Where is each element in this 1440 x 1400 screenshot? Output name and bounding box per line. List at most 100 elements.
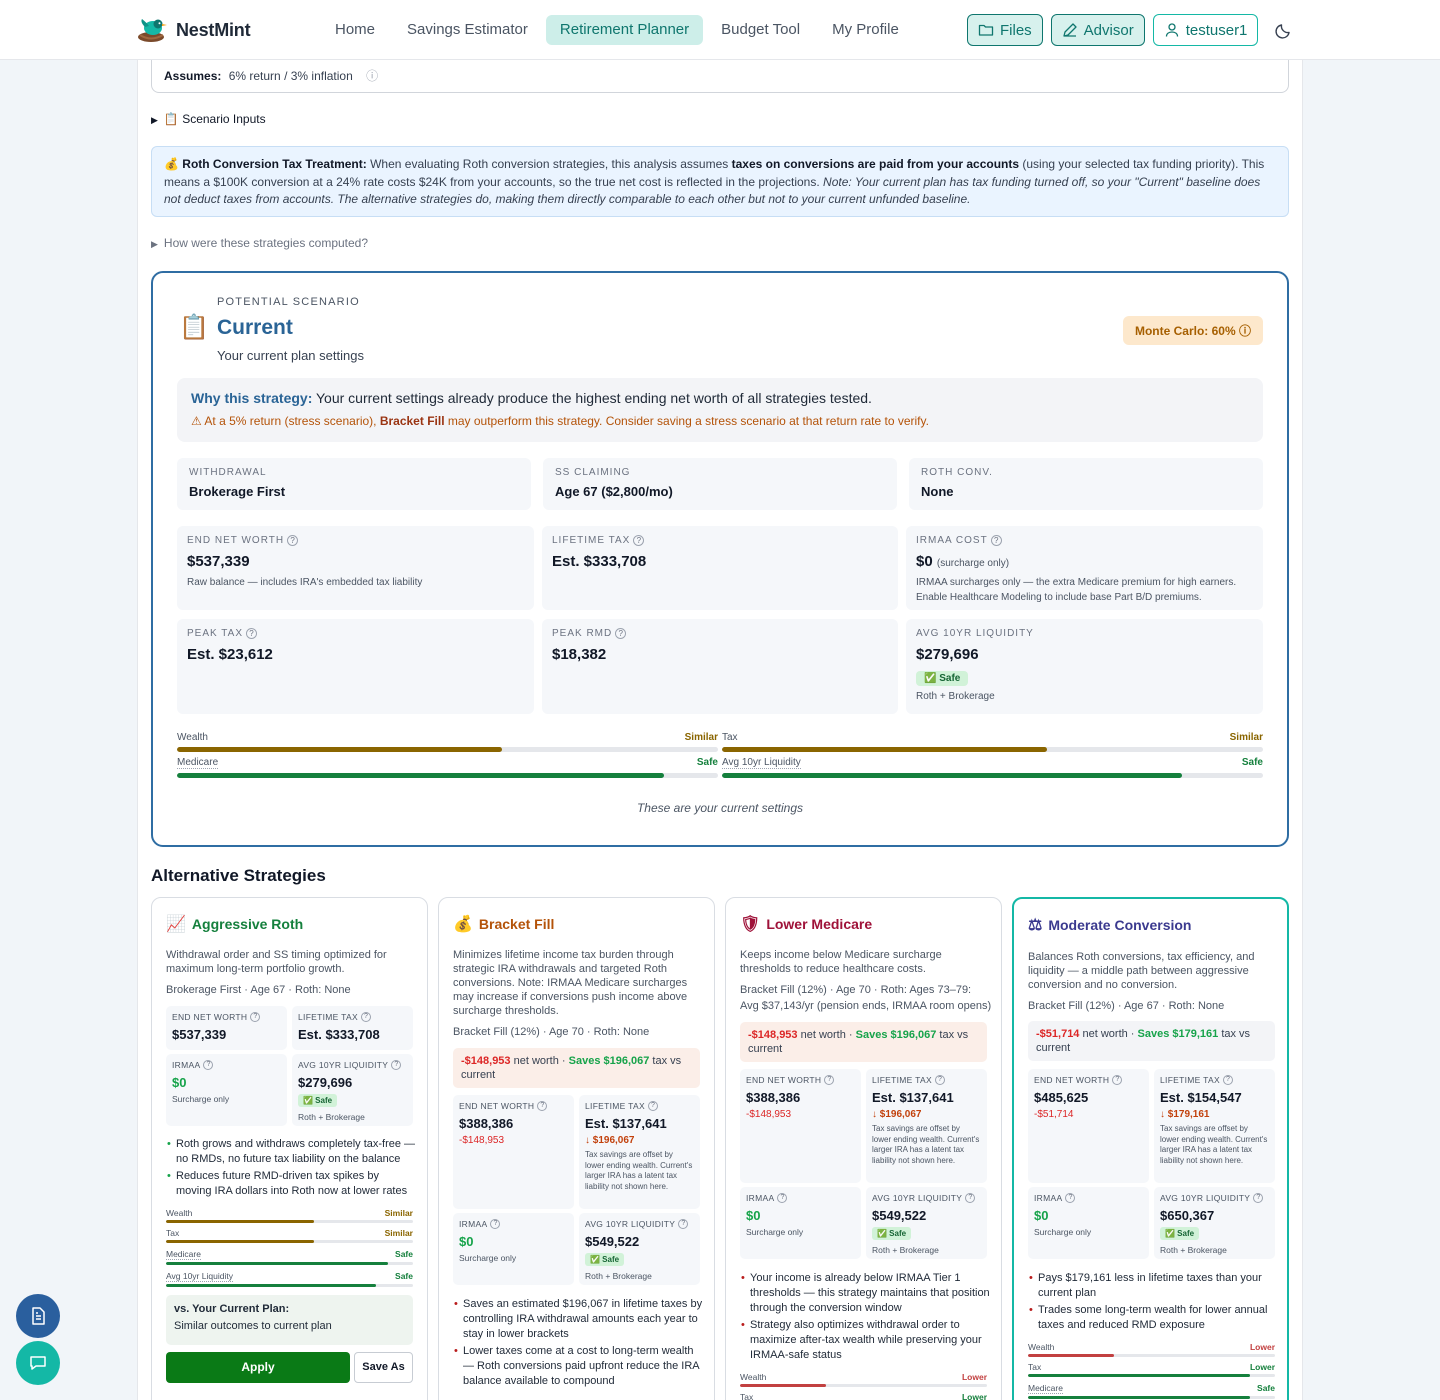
nav-home[interactable]: Home	[321, 15, 389, 45]
help-icon[interactable]: ?	[287, 535, 299, 546]
mini-bar-tax: Tax Similar	[166, 1228, 413, 1243]
mini-sub: ↓ $196,067	[585, 1135, 635, 1146]
roth-note-bold: taxes on conversions are paid from your …	[731, 157, 1020, 171]
scales-icon: ⚖	[1028, 917, 1043, 934]
metric-peak-tax: PEAK TAX? Est. $23,612	[177, 619, 534, 714]
mini-bar-tax: Tax Lower	[740, 1392, 987, 1400]
nav-my-profile[interactable]: My Profile	[818, 15, 913, 45]
mini-bar-wealth: Wealth Lower	[740, 1372, 987, 1387]
bar-label-row: Wealth Similar	[166, 1208, 413, 1218]
chat-fab-button[interactable]	[16, 1341, 60, 1385]
bar-label: Tax	[166, 1228, 180, 1238]
help-icon[interactable]: ?	[490, 1219, 501, 1229]
assumes-label: Assumes:	[164, 69, 222, 83]
why-text: Your current settings already produce th…	[312, 390, 872, 406]
help-icon[interactable]: ?	[633, 535, 645, 546]
how-computed-toggle[interactable]: ▶ How were these strategies computed?	[151, 236, 368, 250]
mini-sub: -$148,953	[459, 1135, 505, 1146]
help-icon[interactable]: ?	[537, 1101, 548, 1111]
mini-note: Tax savings are offset by lower ending w…	[872, 1124, 980, 1165]
mini-label-text: LIFETIME TAX	[298, 1012, 358, 1022]
bar-label-row: Tax Similar	[722, 732, 1263, 743]
card-diff-summary: -$51,714 net worth · Saves $179,161 tax …	[1028, 1021, 1275, 1061]
card-title: Bracket Fill	[478, 916, 555, 932]
setting-roth-conv: ROTH CONV. None	[909, 458, 1263, 510]
mini-label-text: AVG 10YR LIQUIDITY	[298, 1060, 389, 1070]
help-icon[interactable]: ?	[990, 535, 1002, 546]
metric-desc: IRMAA surcharges only — the extra Medica…	[916, 577, 1237, 603]
scenario-inputs-toggle[interactable]: ▶ 📋 Scenario Inputs	[151, 112, 266, 126]
card-meta: Bracket Fill (12%) · Age 70 · Roth: None	[453, 1026, 650, 1038]
metric-label-text: LIFETIME TAX	[552, 535, 631, 546]
info-icon[interactable]: ⓘ	[366, 69, 378, 83]
scenario-subtitle: Your current plan settings	[217, 348, 364, 363]
bar-label: Wealth	[740, 1372, 767, 1382]
document-fab-button[interactable]	[16, 1294, 60, 1338]
help-icon[interactable]: ?	[250, 1012, 261, 1022]
bar-label-row: Medicare Safe	[1028, 1383, 1275, 1394]
dark-mode-moon-icon[interactable]	[1274, 20, 1294, 40]
advisor-button[interactable]: Advisor	[1050, 14, 1145, 46]
monte-carlo-badge[interactable]: Monte Carlo: 60% ⓘ	[1122, 316, 1263, 345]
nav-budget-tool[interactable]: Budget Tool	[707, 15, 814, 45]
apply-button[interactable]: Apply	[166, 1352, 350, 1383]
help-icon[interactable]: ?	[203, 1060, 214, 1070]
save-as-button[interactable]: Save As	[354, 1352, 413, 1383]
mini-label-text: LIFETIME TAX	[872, 1075, 932, 1085]
help-icon[interactable]: ?	[1112, 1075, 1123, 1085]
money-bag-icon: 💰	[453, 916, 473, 933]
help-icon[interactable]: ?	[647, 1101, 658, 1111]
user-menu-button[interactable]: testuser1	[1152, 14, 1259, 46]
strategy-card-lower-medicare: 🛡 Lower Medicare Keeps income below Medic…	[725, 897, 1002, 1400]
help-icon[interactable]: ?	[777, 1193, 788, 1203]
document-icon	[32, 1307, 45, 1325]
nav-savings-estimator[interactable]: Savings Estimator	[393, 15, 542, 45]
help-icon[interactable]: ?	[360, 1012, 371, 1022]
bar-status: Lower	[1249, 1342, 1275, 1352]
help-icon[interactable]: ?	[1253, 1193, 1264, 1203]
mini-sub: Surcharge only	[746, 1227, 804, 1237]
strategy-card-bracket-fill: 💰 Bracket Fill Minimizes lifetime income …	[438, 897, 715, 1400]
metric-value-text: $0	[916, 553, 933, 570]
card-desc: Balances Roth conversions, tax efficienc…	[1028, 951, 1255, 991]
help-icon[interactable]: ?	[615, 628, 627, 639]
roth-note-lead: 💰 Roth Conversion Tax Treatment:	[164, 157, 367, 171]
bar-label: Medicare	[1028, 1383, 1063, 1394]
clipboard-icon: 📋	[179, 314, 209, 341]
nav-retirement-planner[interactable]: Retirement Planner	[545, 15, 704, 45]
metric-value: $18,382	[552, 646, 607, 663]
metric-label-text: PEAK TAX	[187, 628, 243, 639]
help-icon[interactable]: ?	[245, 628, 257, 639]
help-icon[interactable]: ?	[391, 1060, 402, 1070]
files-button[interactable]: Files	[967, 14, 1043, 46]
card-meta: Bracket Fill (12%) · Age 67 · Roth: None	[1028, 1000, 1225, 1012]
bar-status: Similar	[384, 1208, 413, 1218]
help-icon[interactable]: ?	[824, 1075, 835, 1085]
metric-desc: Roth + Brokerage	[916, 691, 995, 702]
help-icon[interactable]: ?	[1065, 1193, 1076, 1203]
card-header: 🛡 Lower Medicare	[740, 914, 872, 934]
bar-label: Avg 10yr Liquidity	[722, 757, 801, 769]
help-icon[interactable]: ?	[934, 1075, 945, 1085]
metric-label: PEAK RMD?	[552, 628, 888, 639]
safe-badge: ✅ Safe	[872, 1227, 912, 1240]
bar-track	[166, 1220, 413, 1223]
mini-label: LIFETIME TAX?	[1160, 1075, 1269, 1085]
mini-value: $0	[746, 1208, 761, 1223]
scenario-footer: These are your current settings	[636, 801, 804, 815]
wealth-bar: Wealth Similar	[177, 732, 718, 752]
mini-lifetime-tax: LIFETIME TAX? Est. $154,547 ↓ $179,161 T…	[1154, 1069, 1275, 1183]
header-actions: Files Advisor testuser1	[967, 14, 1294, 46]
help-icon[interactable]: ?	[1222, 1075, 1233, 1085]
metric-desc: Raw balance — includes IRA's embedded ta…	[187, 577, 423, 588]
bar-fill	[166, 1262, 389, 1265]
logo[interactable]: NestMint	[136, 16, 251, 44]
user-icon	[1165, 23, 1178, 37]
help-icon[interactable]: ?	[965, 1193, 976, 1203]
card-bullets: Pays $179,161 less in lifetime taxes tha…	[1028, 1271, 1278, 1335]
help-icon[interactable]: ?	[678, 1219, 689, 1229]
metric-lifetime-tax: LIFETIME TAX? Est. $333,708	[542, 526, 898, 610]
bar-status: Lower	[961, 1372, 987, 1382]
mini-label: IRMAA?	[459, 1219, 568, 1229]
liquidity-bar: Avg 10yr Liquidity Safe	[722, 757, 1263, 778]
